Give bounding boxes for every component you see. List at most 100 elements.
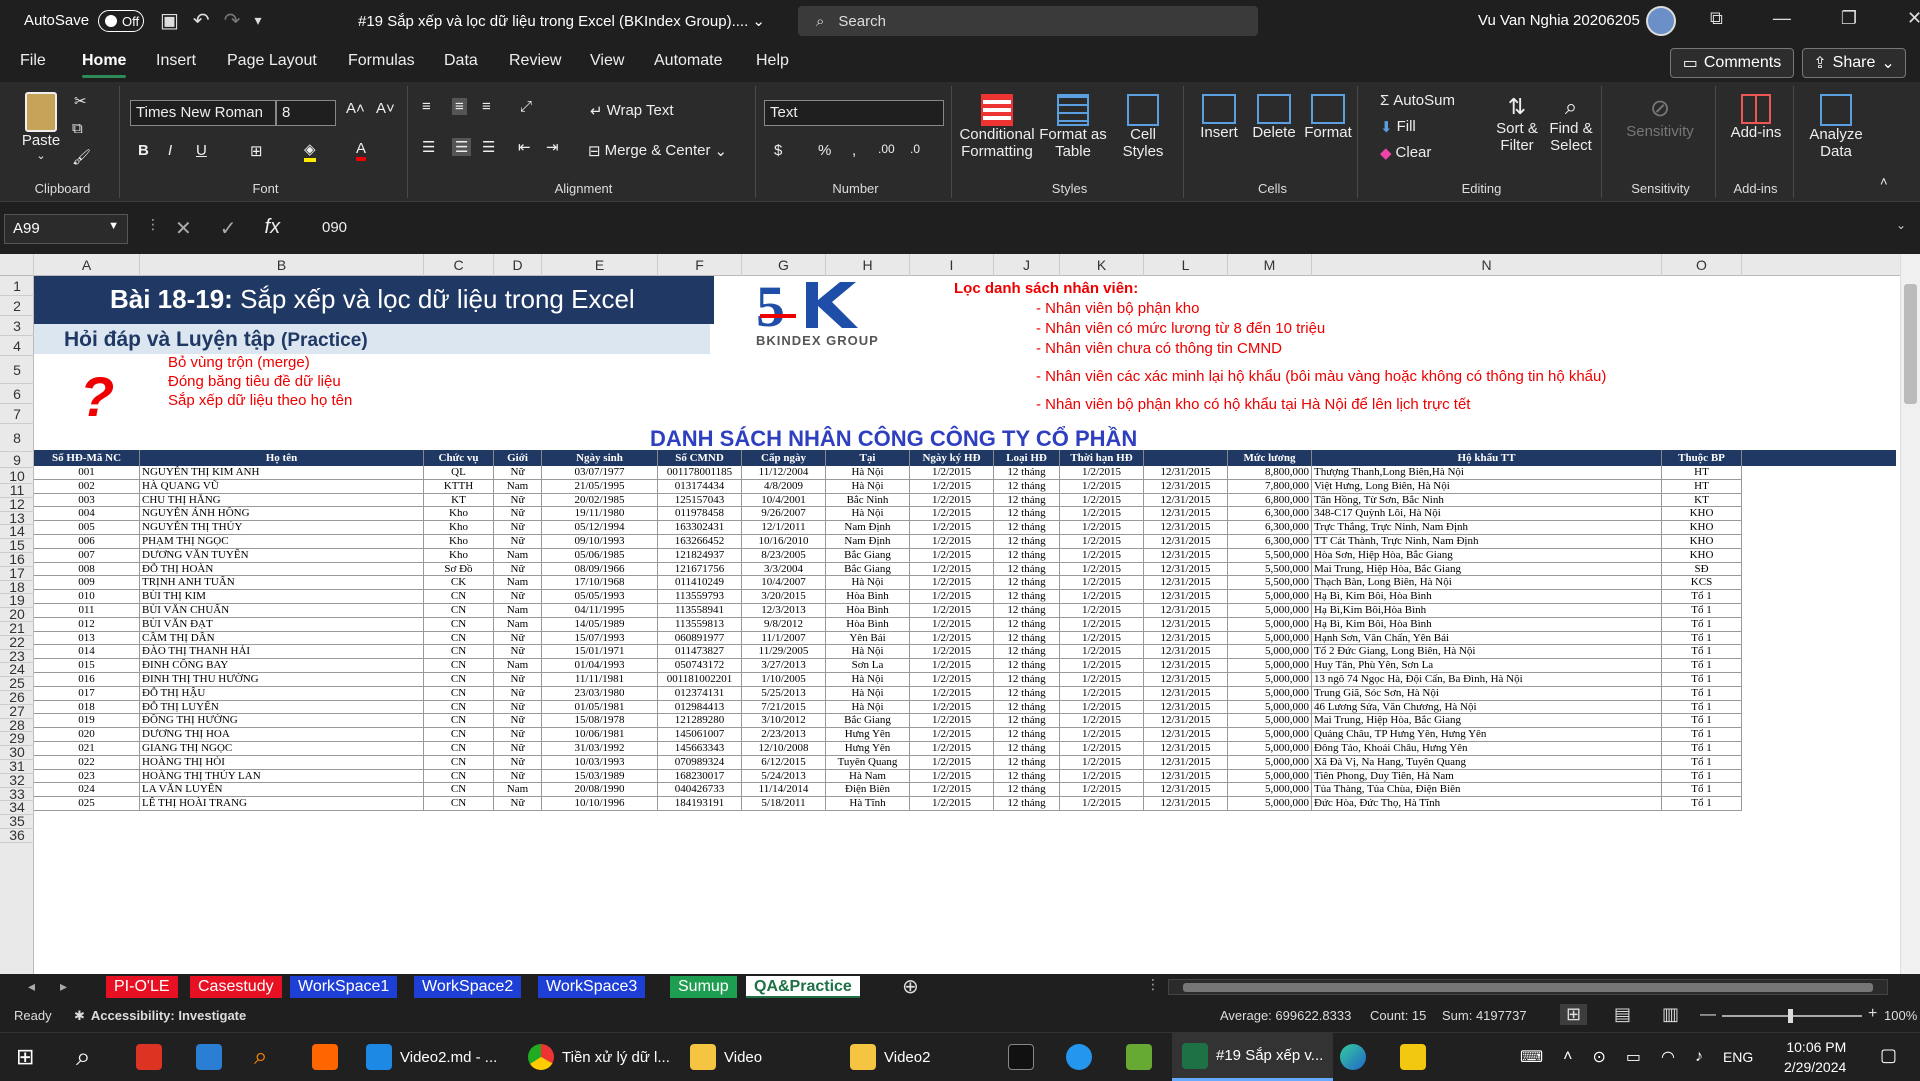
table-cell[interactable]: 5,000,000 xyxy=(1228,631,1312,646)
table-cell[interactable]: Đức Hòa, Đức Thọ, Hà Tĩnh xyxy=(1312,797,1662,811)
filter-item[interactable]: - Nhân viên có mức lương từ 8 đến 10 tri… xyxy=(1036,320,1325,337)
table-cell[interactable]: 5,000,000 xyxy=(1228,686,1312,701)
table-cell[interactable]: 19/11/1980 xyxy=(542,507,658,522)
table-cell[interactable]: 1/2/2015 xyxy=(1060,700,1144,715)
table-cell[interactable]: Sơ Đồ xyxy=(424,562,494,577)
table-cell[interactable]: Nữ xyxy=(494,645,542,660)
table-cell[interactable]: 5/24/2013 xyxy=(742,769,826,784)
table-cell[interactable]: 05/06/1985 xyxy=(542,548,658,563)
row-header[interactable]: 36 xyxy=(0,828,34,843)
table-cell[interactable]: 23/03/1980 xyxy=(542,686,658,701)
table-cell[interactable]: 015 xyxy=(34,659,140,673)
table-cell[interactable]: 1/2/2015 xyxy=(1060,783,1144,798)
table-cell[interactable]: Bắc Ninh xyxy=(826,493,910,508)
table-cell[interactable]: Hà Tĩnh xyxy=(826,797,910,811)
table-cell[interactable]: 12 tháng xyxy=(994,742,1060,756)
table-cell[interactable]: 1/2/2015 xyxy=(1060,686,1144,701)
table-cell[interactable]: Nữ xyxy=(494,755,542,770)
table-cell[interactable]: 12 tháng xyxy=(994,548,1060,563)
table-cell[interactable]: Nữ xyxy=(494,466,542,480)
table-header-cell[interactable]: Giới xyxy=(494,450,542,466)
table-cell[interactable]: Tổ 1 xyxy=(1662,631,1742,646)
table-cell[interactable]: 12/31/2015 xyxy=(1144,493,1228,508)
table-cell[interactable]: 15/03/1989 xyxy=(542,769,658,784)
table-cell[interactable]: Nam xyxy=(494,479,542,494)
table-cell[interactable]: 024 xyxy=(34,783,140,798)
taskbar-terminal[interactable] xyxy=(1008,1033,1034,1081)
table-cell[interactable]: 11/11/1981 xyxy=(542,673,658,687)
vertical-scrollbar[interactable] xyxy=(1900,254,1920,974)
table-cell[interactable]: 1/10/2005 xyxy=(742,673,826,687)
table-cell[interactable]: 1/2/2015 xyxy=(910,686,994,701)
add-sheet-icon[interactable]: ⊕ xyxy=(902,974,919,999)
table-cell[interactable]: 008 xyxy=(34,562,140,577)
table-cell[interactable]: 5,000,000 xyxy=(1228,645,1312,660)
table-cell[interactable]: 1/2/2015 xyxy=(910,493,994,508)
taskbar-chrome[interactable]: Tiền xử lý dữ l... xyxy=(528,1033,670,1081)
table-cell[interactable]: 121824937 xyxy=(658,548,742,563)
table-cell[interactable]: ĐỖ THỊ HOÀN xyxy=(140,562,424,577)
table-cell[interactable]: Hà Nam xyxy=(826,769,910,784)
filter-item[interactable]: - Nhân viên các xác minh lại hộ khẩu (bô… xyxy=(1036,368,1606,385)
table-cell[interactable]: 12 tháng xyxy=(994,673,1060,687)
scroll-thumb[interactable] xyxy=(1904,284,1917,404)
more-options-icon[interactable]: ⋮ xyxy=(146,216,160,233)
table-cell[interactable]: 15/01/1971 xyxy=(542,645,658,660)
table-cell[interactable]: Tổ 1 xyxy=(1662,742,1742,756)
table-cell[interactable]: HOÀNG THỊ HỎI xyxy=(140,755,424,770)
align-left-icon[interactable]: ☰ xyxy=(422,138,435,156)
table-cell[interactable]: 011978458 xyxy=(658,507,742,522)
table-cell[interactable]: ĐỖ THỊ HẬU xyxy=(140,686,424,701)
table-cell[interactable]: 011 xyxy=(34,604,140,618)
table-cell[interactable]: 5,000,000 xyxy=(1228,742,1312,756)
table-header-cell[interactable]: Số CMND xyxy=(658,450,742,466)
table-cell[interactable]: Đông Tảo, Khoái Châu, Hưng Yên xyxy=(1312,742,1662,756)
app-pinned-1[interactable] xyxy=(136,1033,162,1081)
table-cell[interactable]: Nữ xyxy=(494,562,542,577)
table-cell[interactable]: Hạ Bì, Kim Bôi, Hòa Bình xyxy=(1312,590,1662,604)
column-header-e[interactable]: E xyxy=(542,254,658,276)
row-header[interactable]: 3 xyxy=(0,316,34,336)
fill-button[interactable]: ⬇ Fill xyxy=(1380,118,1416,136)
table-cell[interactable]: 121289280 xyxy=(658,714,742,729)
zoom-in-icon[interactable]: + xyxy=(1868,1005,1877,1023)
table-cell[interactable]: 10/4/2007 xyxy=(742,576,826,591)
table-cell[interactable]: CN xyxy=(424,783,494,798)
table-cell[interactable]: 1/2/2015 xyxy=(910,562,994,577)
cell-styles-button[interactable]: Cell Styles xyxy=(1110,94,1176,160)
table-cell[interactable]: 12/31/2015 xyxy=(1144,742,1228,756)
search-box[interactable]: ⌕ Search xyxy=(798,6,1258,36)
comments-button[interactable]: ▭ Comments xyxy=(1670,48,1794,78)
table-cell[interactable]: 1/2/2015 xyxy=(910,797,994,811)
table-cell[interactable]: 9/8/2012 xyxy=(742,617,826,632)
table-cell[interactable]: BÙI THỊ KIM xyxy=(140,590,424,604)
customize-qat-icon[interactable]: ▾ xyxy=(254,8,261,33)
table-cell[interactable]: 006 xyxy=(34,535,140,549)
table-header-cell[interactable]: Hộ khẩu TT xyxy=(1312,450,1662,466)
table-cell[interactable]: 001178001185 xyxy=(658,466,742,480)
taskbar-excel[interactable]: #19 Sắp xếp v... xyxy=(1172,1033,1334,1081)
comma-icon[interactable]: , xyxy=(852,142,856,159)
sum-stat[interactable]: Sum: 4197737 xyxy=(1442,1008,1527,1023)
table-cell[interactable]: 005 xyxy=(34,521,140,535)
table-cell[interactable]: KHO xyxy=(1662,507,1742,522)
insert-function-icon[interactable]: fx xyxy=(265,216,281,241)
table-cell[interactable]: 1/2/2015 xyxy=(910,604,994,618)
orientation-icon[interactable]: ⤢ xyxy=(520,98,532,115)
table-cell[interactable]: 1/2/2015 xyxy=(1060,673,1144,687)
table-header-cell[interactable]: Ngày sinh xyxy=(542,450,658,466)
table-header-cell[interactable] xyxy=(1144,450,1228,466)
user-name[interactable]: Vu Van Nghia 20206205 xyxy=(1478,12,1640,29)
table-cell[interactable]: 11/29/2005 xyxy=(742,645,826,660)
table-cell[interactable]: Tổ 1 xyxy=(1662,645,1742,660)
table-cell[interactable]: 1/2/2015 xyxy=(1060,521,1144,535)
sort-filter-button[interactable]: ⇅ Sort & Filter xyxy=(1492,94,1542,154)
table-cell[interactable]: NGUYỄN THỊ THÚY xyxy=(140,521,424,535)
sheet-tab[interactable]: WorkSpace2 xyxy=(414,976,522,998)
table-cell[interactable]: 4/8/2009 xyxy=(742,479,826,494)
align-middle-icon[interactable]: ≡ xyxy=(452,98,467,115)
table-cell[interactable]: Nữ xyxy=(494,673,542,687)
table-cell[interactable]: 5,500,000 xyxy=(1228,548,1312,563)
enter-icon[interactable]: ✓ xyxy=(220,216,237,241)
table-cell[interactable]: 46 Lương Sửa, Văn Chương, Hà Nội xyxy=(1312,700,1662,715)
